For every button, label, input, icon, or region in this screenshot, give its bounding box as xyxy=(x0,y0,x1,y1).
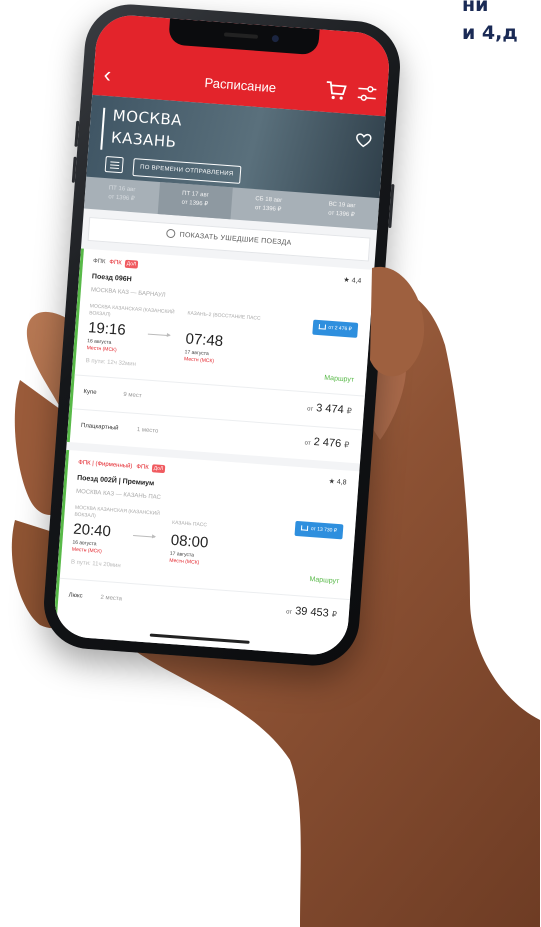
arrival-timezone: Местн (МСК) xyxy=(183,356,215,365)
route-link[interactable]: Маршрут xyxy=(324,375,354,384)
rating: ★ 4,8 xyxy=(328,478,347,487)
train-name: Поезд 002Й | Премиум xyxy=(76,474,155,488)
buy-button[interactable]: от 2 476 ₽ xyxy=(311,319,359,338)
car-class-seats: 2 места xyxy=(100,594,123,603)
clock-icon xyxy=(166,228,177,239)
departure-timezone: Местн (МСК) xyxy=(86,345,117,354)
car-class-price: от 2 476 ₽ xyxy=(304,435,349,450)
car-class-seats: 9 мест xyxy=(123,391,142,400)
date-tab-active[interactable]: ПТ 17 авг от 1396 ₽ xyxy=(157,182,233,220)
sort-button[interactable]: ПО ВРЕМЕНИ ОТПРАВЛЕНИЯ xyxy=(132,158,242,184)
route-link[interactable]: Маршрут xyxy=(309,576,339,585)
travel-time: В пути: 12ч 32мин xyxy=(85,358,137,368)
arrival-time: 08:00 xyxy=(170,531,209,552)
date-tab[interactable]: СБ 18 авг от 1396 ₽ xyxy=(230,187,306,224)
car-class-price: от 39 453 ₽ xyxy=(286,604,338,620)
departure-time: 20:40 xyxy=(72,520,112,541)
train-name: Поезд 096Н xyxy=(91,273,132,284)
buy-label: от 13 730 ₽ xyxy=(310,526,338,534)
train-route: МОСКВА КАЗ — БАРНАУЛ xyxy=(90,287,166,299)
price-value: 2 476 xyxy=(313,436,342,451)
arrival-station: КАЗАНЬ-2 (ВОССТАНИЕ ПАСС xyxy=(187,310,261,322)
carrier-badge: ДоЛ xyxy=(151,464,166,474)
buy-button[interactable]: от 13 730 ₽ xyxy=(294,520,344,540)
route-to: КАЗАНЬ xyxy=(110,128,178,152)
car-class-seats: 1 место xyxy=(136,427,159,435)
carrier-row: ФПК ФПК ДоЛ xyxy=(92,257,139,269)
app-screen: ‹ Расписание МОСКВА КАЗАНЬ ПО ВРЕМЕНИ ОТ… xyxy=(52,13,392,657)
arrival-time: 07:48 xyxy=(184,330,224,351)
date-tab[interactable]: ПТ 16 авг от 1396 ₽ xyxy=(84,177,160,214)
stage: ни и 4,д ‹ Расписание МОСКВА КАЗАНЬ ПО В… xyxy=(0,0,541,927)
car-class-name: Купе xyxy=(83,389,97,396)
carrier-row: ФПК | (Фирменный) ФПК ДоЛ xyxy=(78,459,166,474)
phone: ‹ Расписание МОСКВА КАЗАНЬ ПО ВРЕМЕНИ ОТ… xyxy=(40,1,404,669)
price-prefix: от xyxy=(304,440,311,447)
train-card[interactable]: ФПК ФПК ДоЛ ★ 4,4 Поезд 096Н МОСКВА КАЗ — … xyxy=(66,248,375,464)
currency: ₽ xyxy=(331,609,338,620)
heart-icon[interactable] xyxy=(355,132,372,148)
arrival-timezone: Местн (МСК) xyxy=(169,557,200,566)
carrier-secondary: ФПК xyxy=(109,259,122,267)
currency: ₽ xyxy=(346,406,353,416)
carrier-name: ФПК | (Фирменный) xyxy=(78,459,133,470)
buy-label: от 2 476 ₽ xyxy=(328,324,352,333)
departure-time: 19:16 xyxy=(87,319,127,339)
cart-icon xyxy=(318,324,326,330)
price-prefix: от xyxy=(285,609,293,616)
carrier-secondary: ФПК xyxy=(136,464,149,471)
car-class-price: от 3 474 ₽ xyxy=(307,401,352,416)
list-icon[interactable] xyxy=(104,156,124,174)
carrier-name: ФПК xyxy=(92,258,106,266)
date-tab[interactable]: ВС 19 авг от 1396 ₽ xyxy=(304,193,380,230)
route-from: МОСКВА xyxy=(112,106,183,130)
show-past-label: ПОКАЗАТЬ УШЕДШИЕ ПОЕЗДА xyxy=(179,231,292,247)
cart-icon xyxy=(300,525,309,531)
rating: ★ 4,4 xyxy=(343,276,362,286)
cart-icon[interactable] xyxy=(324,80,347,102)
travel-time: В пути: 11ч 20мин xyxy=(70,559,121,570)
train-card[interactable]: ФПК | (Фирменный) ФПК ДоЛ ★ 4,8 Поезд 002Й… xyxy=(52,449,360,657)
price-value: 39 453 xyxy=(294,605,330,620)
sliders-icon[interactable] xyxy=(356,84,377,103)
car-class-name: Люкс xyxy=(68,592,83,600)
route-line xyxy=(100,107,106,150)
carrier-badge: ДоЛ xyxy=(124,259,139,269)
car-class-name: Плацкартный xyxy=(80,422,119,432)
price-prefix: от xyxy=(306,406,314,413)
departure-timezone: Местн (МСК) xyxy=(71,546,102,555)
arrival-station: КАЗАНЬ ПАСС xyxy=(171,519,208,529)
arrow-right-icon xyxy=(147,333,170,337)
currency: ₽ xyxy=(343,440,350,450)
train-route: МОСКВА КАЗ — КАЗАНЬ ПАС xyxy=(75,488,161,501)
car-class-row[interactable]: Люкс 2 места от 39 453 ₽ xyxy=(57,577,351,633)
arrow-right-icon xyxy=(133,535,156,538)
price-value: 3 474 xyxy=(315,402,345,417)
